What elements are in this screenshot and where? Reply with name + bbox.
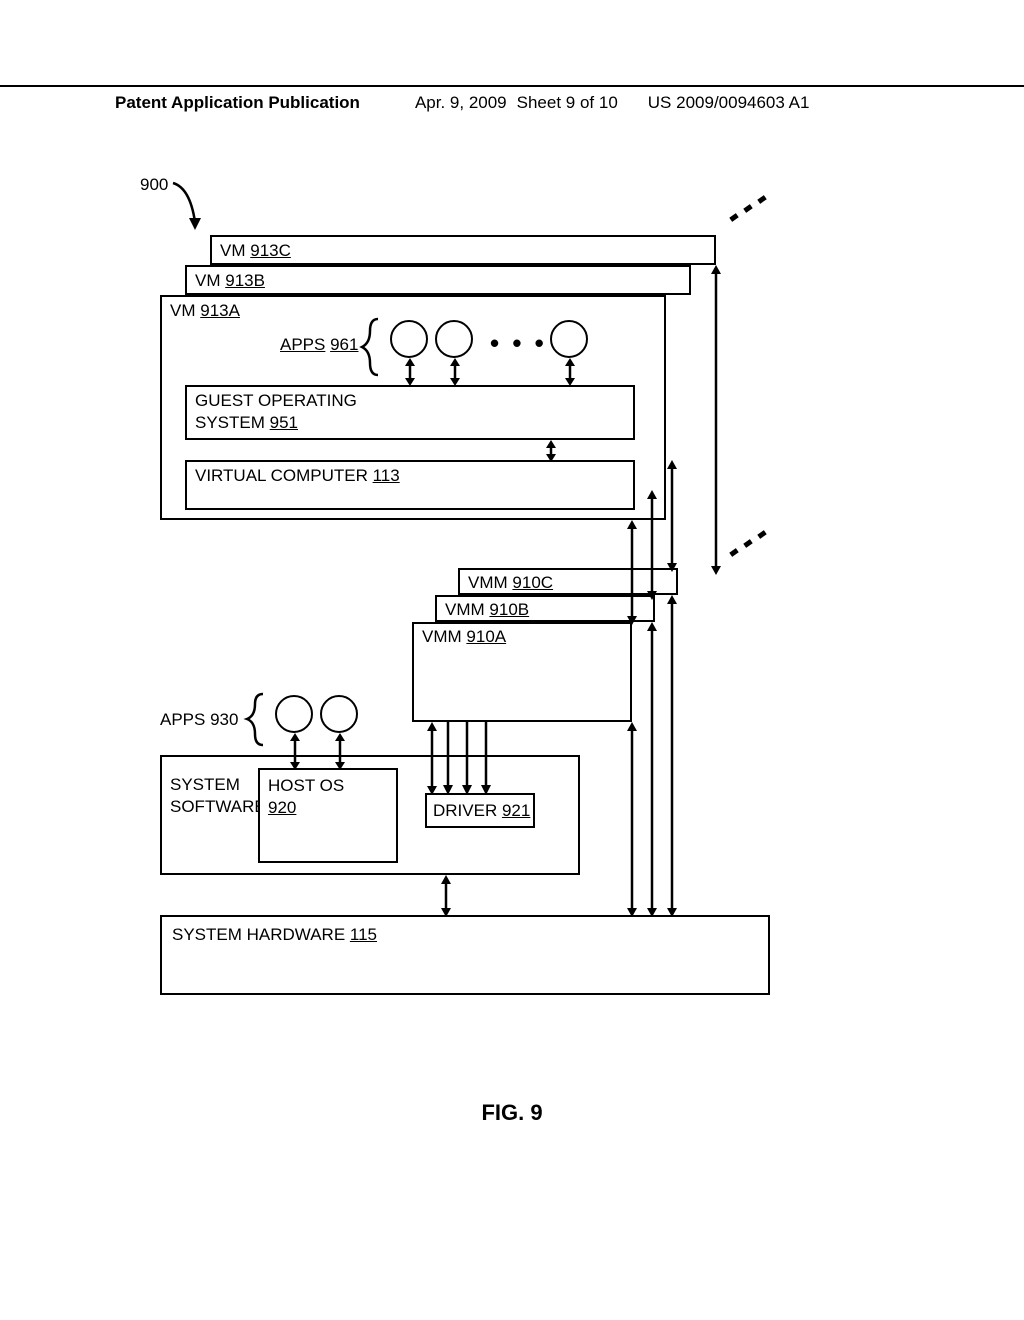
vmm-a-num: 910A: [466, 627, 506, 646]
app-circle-icon: [320, 695, 358, 733]
publication-label: Patent Application Publication: [115, 93, 360, 113]
down-arrow-icon: [461, 722, 473, 795]
driver-box: DRIVER 921: [425, 793, 535, 828]
bidir-arrow-icon: [666, 460, 678, 572]
host-os-label: HOST OS: [268, 776, 344, 796]
page-header: Patent Application Publication Apr. 9, 2…: [0, 85, 1024, 113]
down-arrow-icon: [480, 722, 492, 795]
down-arrow-icon: [442, 722, 454, 795]
virtual-computer-box: VIRTUAL COMPUTER 113: [185, 460, 635, 510]
guest-os-line2: SYSTEM: [195, 413, 265, 432]
ellipsis-icon: • • •: [490, 328, 547, 359]
app-circle-icon: [390, 320, 428, 358]
vm-913b-box: VM 913B: [185, 265, 691, 295]
sheet-number: Sheet 9 of 10: [517, 93, 618, 113]
apps-961-label-group: APPS 961: [280, 335, 358, 355]
diagram-canvas: 900 VM 913C VM 913B VM 913A APPS 961: [150, 170, 790, 1080]
brace-icon: [245, 692, 267, 747]
bidir-arrow-icon: [404, 358, 416, 386]
vm-c-num: 913C: [250, 241, 291, 260]
ellipsis-icon: [730, 530, 770, 570]
driver-label: DRIVER: [433, 801, 497, 820]
bidir-arrow-icon: [646, 622, 658, 917]
app-circle-icon: [550, 320, 588, 358]
bidir-arrow-icon: [449, 358, 461, 386]
bidir-arrow-icon: [626, 520, 638, 625]
bidir-arrow-icon: [710, 265, 722, 575]
apps-961-num: 961: [330, 335, 358, 354]
bidir-arrow-icon: [646, 490, 658, 600]
guest-os-box: GUEST OPERATING SYSTEM 951: [185, 385, 635, 440]
patent-number: US 2009/0094603 A1: [648, 93, 810, 113]
vm-b-num: 913B: [225, 271, 265, 290]
figure-label: FIG. 9: [0, 1100, 1024, 1126]
bidir-arrow-icon: [289, 733, 301, 770]
bidir-arrow-icon: [426, 722, 438, 795]
apps-930-label-group: APPS 930: [160, 710, 238, 730]
vm-913c-box: VM 913C: [210, 235, 716, 265]
bidir-arrow-icon: [440, 875, 452, 917]
vm-a-num: 913A: [200, 301, 240, 320]
bidir-arrow-icon: [666, 595, 678, 917]
system-software-l1: SYSTEM: [170, 775, 240, 795]
vm-c-label: VM: [220, 241, 246, 260]
hardware-label: SYSTEM HARDWARE: [172, 925, 345, 944]
brace-icon: [360, 317, 382, 377]
vmm-b-num: 910B: [489, 600, 529, 619]
bidir-arrow-icon: [564, 358, 576, 386]
apps-930-label: APPS: [160, 710, 205, 729]
driver-num: 921: [502, 801, 530, 820]
hardware-num: 115: [350, 925, 377, 944]
guest-os-line1: GUEST OPERATING: [195, 391, 357, 411]
vmm-b-label: VMM: [445, 600, 485, 619]
vm-b-label: VM: [195, 271, 221, 290]
virtual-computer-num: 113: [373, 466, 400, 485]
bidir-arrow-icon: [545, 440, 557, 462]
guest-os-num: 951: [270, 413, 298, 432]
bidir-arrow-icon: [626, 722, 638, 917]
vmm-c-num: 910C: [512, 573, 553, 592]
host-os-num: 920: [268, 798, 296, 818]
bidir-arrow-icon: [334, 733, 346, 770]
system-software-l2: SOFTWARE: [170, 797, 266, 817]
apps-930-num: 930: [210, 710, 238, 729]
system-hardware-box: SYSTEM HARDWARE 115: [160, 915, 770, 995]
ref-arrow-icon: [165, 180, 205, 235]
host-os-box: HOST OS 920: [258, 768, 398, 863]
vmm-910a-box: VMM 910A: [412, 622, 632, 722]
vm-a-label: VM: [170, 301, 196, 320]
vmm-910c-box: VMM 910C: [458, 568, 678, 595]
virtual-computer-label: VIRTUAL COMPUTER: [195, 466, 368, 485]
vmm-a-label: VMM: [422, 627, 462, 646]
app-circle-icon: [435, 320, 473, 358]
vmm-c-label: VMM: [468, 573, 508, 592]
vmm-910b-box: VMM 910B: [435, 595, 655, 622]
publication-date: Apr. 9, 2009: [415, 93, 507, 113]
ellipsis-icon: [730, 195, 770, 235]
apps-961-label: APPS: [280, 335, 325, 354]
app-circle-icon: [275, 695, 313, 733]
